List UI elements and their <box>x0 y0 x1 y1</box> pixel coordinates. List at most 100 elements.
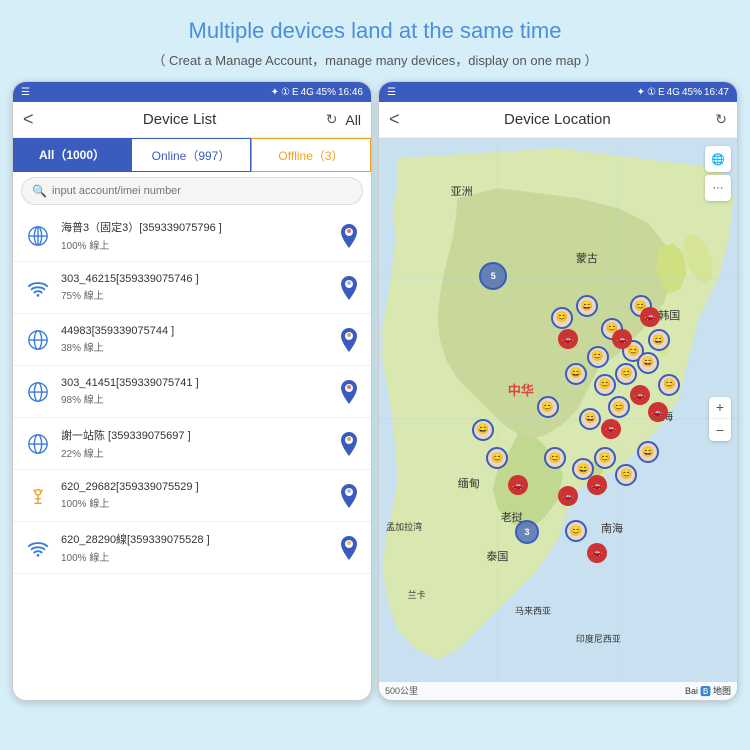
device-icon-7 <box>23 533 53 563</box>
status-left-icon: ☰ <box>21 87 30 98</box>
car-pin-1: 🚗 <box>558 329 578 349</box>
car-pin-6: 🚗 <box>648 402 668 422</box>
car-pin-2: 🚗 <box>612 329 632 349</box>
tab-online[interactable]: Online（997） <box>131 138 251 172</box>
status-right-chat-icon: ☰ <box>387 87 396 98</box>
device-item-1[interactable]: 海普3（固定3）[359339075796 ] 100% 線上 <box>13 210 371 262</box>
signal-icon-right: ① <box>647 87 656 98</box>
scale-label: 500公里 <box>385 684 418 697</box>
device-item-2[interactable]: 303_46215[359339075746 ] 75% 線上 <box>13 262 371 314</box>
avatar-pin-11: 😄 <box>637 352 659 374</box>
baidu-map-text: 地图 <box>713 684 731 697</box>
baidu-icon: 🅱 <box>700 683 711 699</box>
car-pin-7: 🚗 <box>587 475 607 495</box>
device-name-7: 620_28290線[359339075528 ] <box>61 531 337 547</box>
avatar-pin-9: 😊 <box>594 374 616 396</box>
zoom-in-button[interactable]: + <box>709 397 731 419</box>
device-item-5[interactable]: 謝一站陈 [359339075697 ] 22% 線上 <box>13 418 371 470</box>
back-button-left[interactable]: < <box>23 109 34 130</box>
device-status-4: 98% 線上 <box>61 391 337 406</box>
map-label-lanka: 兰卡 <box>408 588 426 601</box>
map-label-indonesia: 印度尼西亚 <box>576 632 621 645</box>
device-item-4[interactable]: 303_41451[359339075741 ] 98% 線上 <box>13 366 371 418</box>
zoom-controls[interactable]: + − <box>709 397 731 441</box>
device-info-4: 303_41451[359339075741 ] 98% 線上 <box>61 377 337 406</box>
header-section: Multiple devices land at the same time （… <box>132 0 617 77</box>
search-input[interactable] <box>52 185 352 197</box>
lte-icon-right: 4G <box>667 87 680 98</box>
device-status-6: 100% 線上 <box>61 495 337 510</box>
avatar-pin-8: 😄 <box>565 363 587 385</box>
baidu-logo: Bai 🅱 地图 <box>685 683 731 699</box>
device-list: 海普3（固定3）[359339075796 ] 100% 線上 <box>13 210 371 700</box>
phone-right-inner: < Device Location ↻ <box>379 102 737 700</box>
map-container[interactable]: 亚洲 蒙古 中华 韩国 东海 缅甸 老挝 泰国 南海 孟加拉湾 马来西亚 兰卡 … <box>379 138 737 700</box>
device-info-2: 303_46215[359339075746 ] 75% 線上 <box>61 273 337 302</box>
globe-control-button[interactable]: 🌐 <box>705 146 731 172</box>
device-location-title: Device Location <box>504 111 611 128</box>
map-label-malaysia: 马来西亚 <box>515 604 551 617</box>
device-item-6[interactable]: 620_29682[359339075529 ] 100% 線上 <box>13 470 371 522</box>
menu-control-button[interactable]: ··· <box>705 175 731 201</box>
device-pin-1 <box>337 222 361 250</box>
map-controls[interactable]: 🌐 ··· <box>705 146 731 201</box>
cluster-1: 5 <box>479 262 507 290</box>
map-bottom-bar: 500公里 Bai 🅱 地图 <box>379 682 737 700</box>
device-pin-6 <box>337 482 361 510</box>
network-type-right: E <box>658 87 665 98</box>
device-icon-6 <box>23 481 53 511</box>
device-name-2: 303_46215[359339075746 ] <box>61 273 337 285</box>
car-pin-3: 🚗 <box>640 307 660 327</box>
refresh-button-left[interactable]: ↻ <box>326 111 338 128</box>
network-type: E <box>292 87 299 98</box>
car-pin-5: 🚗 <box>601 419 621 439</box>
avatar-pin-14: 😄 <box>579 408 601 430</box>
avatar-pin-20: 😄 <box>637 441 659 463</box>
refresh-button-right[interactable]: ↻ <box>715 111 727 128</box>
sub-title: （ Creat a Manage Account，manage many dev… <box>152 50 597 69</box>
avatar-pin-16: 😊 <box>544 447 566 469</box>
bluetooth-icon-right: ✦ <box>637 87 645 98</box>
device-name-6: 620_29682[359339075529 ] <box>61 481 337 493</box>
signal-icon: ① <box>281 87 290 98</box>
phone-right: ☰ ✦ ① E 4G 45% 16:47 < Device Location ↻ <box>378 81 738 701</box>
device-pin-2 <box>337 274 361 302</box>
map-label-south-sea: 南海 <box>601 520 623 536</box>
cluster-2: 3 <box>515 520 539 544</box>
device-item-3[interactable]: 44983[359339075744 ] 38% 線上 <box>13 314 371 366</box>
map-label-korea: 韩国 <box>658 307 680 323</box>
device-item-7[interactable]: 620_28290線[359339075528 ] 100% 線上 <box>13 522 371 574</box>
all-label: All <box>345 112 361 128</box>
device-icon-1 <box>23 221 53 251</box>
car-pin-10: 🚗 <box>587 543 607 563</box>
avatar-pin-22: 😄 <box>472 419 494 441</box>
tab-all[interactable]: All（1000） <box>13 138 131 172</box>
lte-icon: 4G <box>301 87 314 98</box>
car-pin-9: 🚗 <box>508 475 528 495</box>
battery-level: 45% <box>316 87 336 98</box>
page-container: Multiple devices land at the same time （… <box>0 0 750 750</box>
main-title: Multiple devices land at the same time <box>152 18 597 44</box>
tabs-row: All（1000） Online（997） Offline（3） <box>13 138 371 172</box>
search-bar[interactable]: 🔍 <box>21 177 363 205</box>
map-label-thailand: 泰国 <box>486 548 508 564</box>
status-bar-right: ☰ ✦ ① E 4G 45% 16:47 <box>379 82 737 102</box>
phones-row: ☰ ✦ ① E 4G 45% 16:46 < Device List ↻ <box>0 81 750 701</box>
tab-offline[interactable]: Offline（3） <box>251 138 371 172</box>
device-info-5: 謝一站陈 [359339075697 ] 22% 線上 <box>61 427 337 460</box>
device-name-1: 海普3（固定3）[359339075796 ] <box>61 219 337 235</box>
phone-left-inner: < Device List ↻ All All（1000） Online（997… <box>13 102 371 700</box>
map-label-bengal: 孟加拉湾 <box>386 520 422 533</box>
device-pin-7 <box>337 534 361 562</box>
back-button-right[interactable]: < <box>389 109 400 130</box>
status-bar-left: ☰ ✦ ① E 4G 45% 16:46 <box>13 82 371 102</box>
status-right-right: ✦ ① E 4G 45% 16:47 <box>637 87 729 98</box>
zoom-out-button[interactable]: − <box>709 419 731 441</box>
avatar-pin-18: 😊 <box>594 447 616 469</box>
map-label-china: 中华 <box>508 380 534 399</box>
device-info-6: 620_29682[359339075529 ] 100% 線上 <box>61 481 337 510</box>
device-status-1: 100% 線上 <box>61 237 337 252</box>
map-label-myanmar: 缅甸 <box>458 475 480 491</box>
app-header-left: < Device List ↻ All <box>13 102 371 138</box>
phone-left: ☰ ✦ ① E 4G 45% 16:46 < Device List ↻ <box>12 81 372 701</box>
